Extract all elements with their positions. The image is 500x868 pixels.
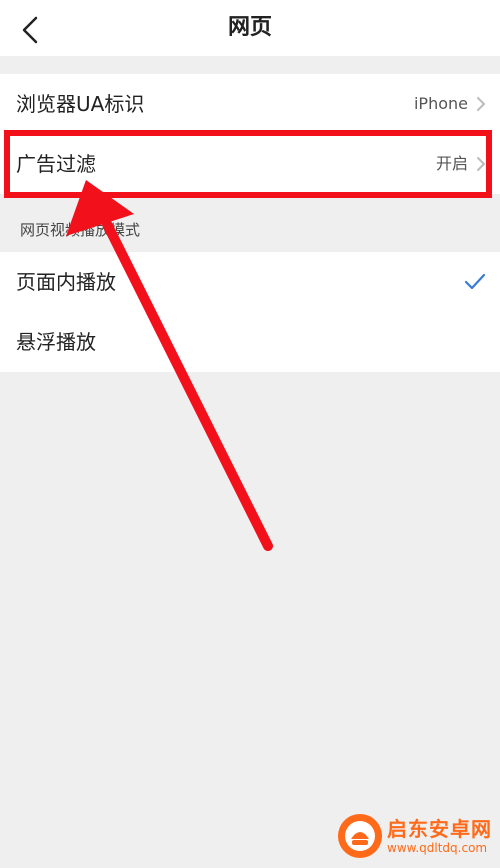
inline-play-label: 页面内播放 — [16, 270, 116, 294]
video-mode-section-header: 网页视频播放模式 — [0, 208, 500, 252]
chevron-right-icon — [477, 97, 485, 111]
chevron-right-icon — [477, 157, 485, 171]
checkmark-icon — [464, 273, 486, 290]
ad-filter-row[interactable]: 广告过滤 开启 — [0, 134, 500, 194]
browser-ua-value: iPhone — [413, 94, 468, 113]
ad-filter-value: 开启 — [435, 154, 468, 173]
watermark-logo-icon — [338, 814, 382, 858]
watermark: 启东安卓网 www.qdltdq.com — [337, 810, 492, 862]
header-bar: 网页 — [0, 0, 500, 56]
browser-ua-label: 浏览器UA标识 — [16, 92, 145, 116]
video-mode-section-title: 网页视频播放模式 — [20, 221, 141, 239]
floating-play-option[interactable]: 悬浮播放 — [0, 312, 500, 372]
watermark-text: 启东安卓网 www.qdltdq.com — [387, 817, 492, 855]
watermark-name: 启东安卓网 — [387, 817, 492, 841]
floating-play-label: 悬浮播放 — [16, 330, 96, 354]
video-mode-group: 页面内播放 悬浮播放 — [0, 252, 500, 372]
settings-group: 浏览器UA标识 iPhone 广告过滤 开启 — [0, 74, 500, 194]
browser-ua-row[interactable]: 浏览器UA标识 iPhone — [0, 74, 500, 134]
section-divider — [0, 56, 500, 74]
watermark-url: www.qdltdq.com — [387, 841, 488, 855]
ad-filter-label: 广告过滤 — [16, 152, 96, 176]
inline-play-option[interactable]: 页面内播放 — [0, 252, 500, 312]
page-title: 网页 — [227, 15, 272, 40]
